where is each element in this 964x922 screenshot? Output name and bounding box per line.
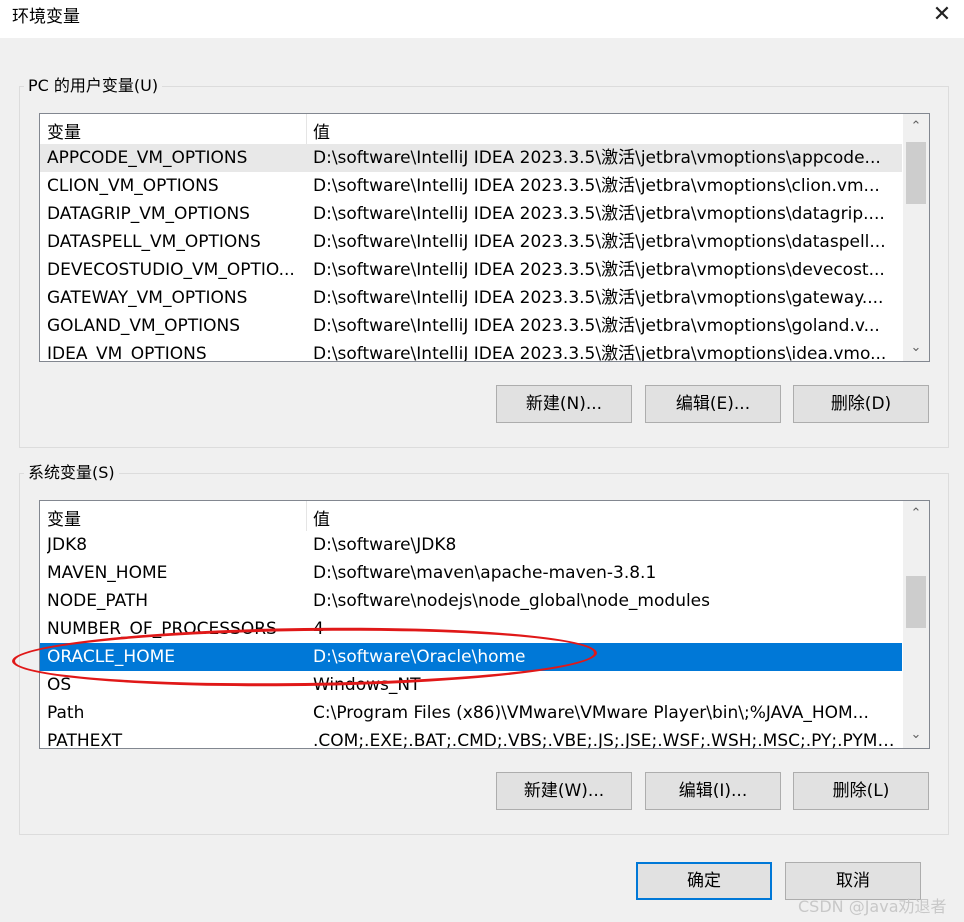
variable-value-cell: D:\software\IntelliJ IDEA 2023.3.5\激活\je… [313,260,885,280]
variable-value-cell: D:\software\IntelliJ IDEA 2023.3.5\激活\je… [313,288,884,308]
user-list-scrollbar[interactable]: ⌃ ⌄ [903,114,929,361]
variable-value-cell: D:\software\IntelliJ IDEA 2023.3.5\激活\je… [313,344,887,362]
user-list-header: 变量 值 [40,114,902,144]
scroll-thumb[interactable] [906,142,926,204]
scroll-up-icon[interactable]: ⌃ [903,114,929,140]
user-variables-list[interactable]: 变量 值 APPCODE_VM_OPTIONS D:\software\Intel… [39,113,930,362]
window-title: 环境变量 [12,7,80,27]
system-edit-button[interactable]: 编辑(I)... [645,772,781,810]
system-list-scrollbar[interactable]: ⌃ ⌄ [903,501,929,748]
variable-value-cell: .COM;.EXE;.BAT;.CMD;.VBS;.VBE;.JS;.JSE;.… [313,731,899,749]
system-variables-list[interactable]: 变量 值 JDK8 D:\software\JDK8 MAVEN_HOME D:\so… [39,500,930,749]
column-header-name[interactable]: 变量 [47,118,81,143]
user-delete-button[interactable]: 删除(D) [793,385,929,423]
column-header-name[interactable]: 变量 [47,505,81,530]
system-delete-button[interactable]: 删除(L) [793,772,929,810]
variable-value-cell: D:\software\JDK8 [313,535,457,555]
ok-button[interactable]: 确定 [636,862,772,900]
variable-name-cell: MAVEN_HOME [47,563,168,583]
column-separator[interactable] [306,114,307,144]
table-row[interactable]: APPCODE_VM_OPTIONS D:\software\IntelliJ I… [40,144,902,172]
table-row[interactable]: Path C:\Program Files (x86)\VMware\VMware… [40,699,902,727]
variable-value-cell: D:\software\IntelliJ IDEA 2023.3.5\激活\je… [313,148,881,168]
variable-value-cell: D:\software\maven\apache-maven-3.8.1 [313,563,657,583]
system-new-button[interactable]: 新建(W)... [496,772,632,810]
system-list-header: 变量 值 [40,501,902,531]
table-row[interactable]: NODE_PATH D:\software\nodejs\node_global\… [40,587,902,615]
variable-value-cell: D:\software\IntelliJ IDEA 2023.3.5\激活\je… [313,204,885,224]
variable-name-cell: DATASPELL_VM_OPTIONS [47,232,261,252]
scroll-down-icon[interactable]: ⌄ [903,722,929,748]
user-new-button[interactable]: 新建(N)... [496,385,632,423]
variable-value-cell: C:\Program Files (x86)\VMware\VMware Pla… [313,703,869,723]
variable-name-cell: DATAGRIP_VM_OPTIONS [47,204,250,224]
user-rows: APPCODE_VM_OPTIONS D:\software\IntelliJ I… [40,144,902,362]
user-edit-button[interactable]: 编辑(E)... [645,385,781,423]
table-row[interactable]: PATHEXT .COM;.EXE;.BAT;.CMD;.VBS;.VBE;.JS… [40,727,902,749]
column-header-value[interactable]: 值 [313,118,330,143]
variable-name-cell: DEVECOSTUDIO_VM_OPTIO... [47,260,295,280]
table-row[interactable]: DATASPELL_VM_OPTIONS D:\software\IntelliJ… [40,228,902,256]
variable-value-cell: D:\software\IntelliJ IDEA 2023.3.5\激活\je… [313,232,886,252]
variable-value-cell: D:\software\nodejs\node_global\node_modu… [313,591,711,611]
table-row[interactable]: MAVEN_HOME D:\software\maven\apache-maven… [40,559,902,587]
table-row[interactable]: IDEA_VM_OPTIONS D:\software\IntelliJ IDEA… [40,340,902,362]
variable-name-cell: CLION_VM_OPTIONS [47,176,219,196]
user-variables-legend: PC 的用户变量(U) [24,76,163,96]
variable-value-cell: D:\software\IntelliJ IDEA 2023.3.5\激活\je… [313,176,880,196]
variable-name-cell: GOLAND_VM_OPTIONS [47,316,241,336]
variable-name-cell: PATHEXT [47,731,123,749]
variable-value-cell: D:\software\IntelliJ IDEA 2023.3.5\激活\je… [313,316,880,336]
variable-name-cell: Path [47,703,85,723]
title-bar: 环境变量 ✕ [0,0,964,38]
table-row[interactable]: GATEWAY_VM_OPTIONS D:\software\IntelliJ I… [40,284,902,312]
table-row[interactable]: CLION_VM_OPTIONS D:\software\IntelliJ IDE… [40,172,902,200]
variable-name-cell: IDEA_VM_OPTIONS [47,344,207,362]
variable-name-cell: JDK8 [47,535,88,555]
column-separator[interactable] [306,501,307,531]
variable-name-cell: NODE_PATH [47,591,149,611]
table-row[interactable]: DEVECOSTUDIO_VM_OPTIO... D:\software\Inte… [40,256,902,284]
system-variables-legend: 系统变量(S) [24,463,119,483]
table-row[interactable]: JDK8 D:\software\JDK8 [40,531,902,559]
variable-name-cell: GATEWAY_VM_OPTIONS [47,288,248,308]
scroll-up-icon[interactable]: ⌃ [903,501,929,527]
scroll-thumb[interactable] [906,576,926,628]
column-header-value[interactable]: 值 [313,505,330,530]
table-row[interactable]: DATAGRIP_VM_OPTIONS D:\software\IntelliJ … [40,200,902,228]
variable-name-cell: APPCODE_VM_OPTIONS [47,148,248,168]
close-icon[interactable]: ✕ [920,0,964,34]
scroll-down-icon[interactable]: ⌄ [903,335,929,361]
table-row[interactable]: GOLAND_VM_OPTIONS D:\software\IntelliJ ID… [40,312,902,340]
watermark: CSDN @Java劝退者 [798,897,947,916]
